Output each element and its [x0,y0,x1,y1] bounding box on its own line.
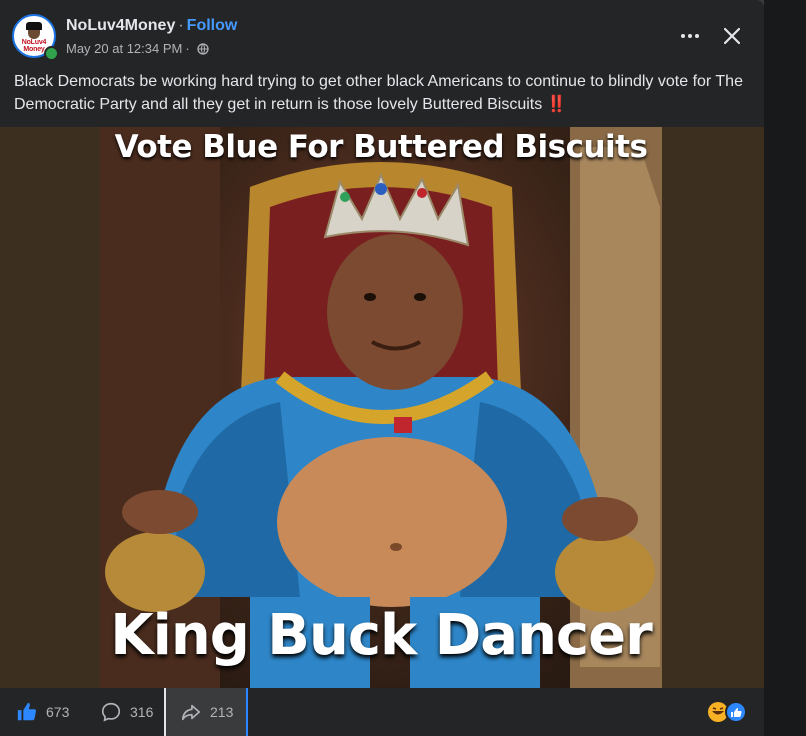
left-eye [364,293,376,301]
online-status-dot [44,46,59,61]
avatar-logo-text: NoLuv4 Money [21,38,47,53]
image-top-text: Vote Blue For Buttered Biscuits [114,129,648,165]
share-icon [181,704,201,721]
close-icon[interactable] [720,24,744,48]
double-exclamation-emoji: ‼️ [546,96,567,113]
post-media[interactable]: Vote Blue For Buttered Biscuits King Buc… [0,127,764,688]
head [327,234,463,390]
post-timestamp[interactable]: May 20 at 12:34 PM [66,41,182,56]
caption-text: Black Democrats be working hard trying t… [14,73,743,113]
like-button[interactable]: 673 [16,688,69,736]
like-count: 673 [46,704,70,720]
belly [277,437,507,607]
globe-icon[interactable] [197,42,209,55]
follow-button[interactable]: Follow [187,17,238,34]
comment-count: 316 [130,704,154,720]
post-header: NoLuv4 Money NoLuv4Money · Follow May 20 at… [12,14,752,62]
crown-gem-green [340,192,350,202]
avatar-hat-shape [26,21,42,30]
separator-dot: · [178,17,184,34]
reactions-summary[interactable] [706,700,750,724]
right-armrest-lion [555,532,655,612]
collar-gem [394,417,412,433]
crown-gem-red [417,188,427,198]
right-eye [414,293,426,301]
share-button[interactable]: 213 [164,688,248,736]
post-caption: Black Democrats be working hard trying t… [14,70,754,116]
post-image[interactable]: Vote Blue For Buttered Biscuits King Buc… [100,127,662,688]
right-hand [562,497,638,541]
thumbs-up-icon [17,702,37,721]
left-hand [122,490,198,534]
image-bottom-text: King Buck Dancer [110,603,652,668]
share-count: 213 [210,704,234,720]
left-armrest-lion [105,532,205,612]
author-name[interactable]: NoLuv4Money [66,17,175,34]
more-options-icon[interactable] [678,24,702,48]
navel [390,543,402,551]
page-background-gutter [764,0,806,736]
action-bar: 673 316 213 [0,688,764,736]
post-meta: May 20 at 12:34 PM · [66,41,209,56]
crown-gem-blue [375,183,387,195]
author-line: NoLuv4Money · Follow [66,17,237,35]
meta-separator: · [185,41,190,56]
avatar-face-shape [28,29,40,39]
comment-icon [101,702,121,722]
comment-button[interactable]: 316 [100,688,153,736]
post-card: NoLuv4 Money NoLuv4Money · Follow May 20 at… [0,0,764,736]
